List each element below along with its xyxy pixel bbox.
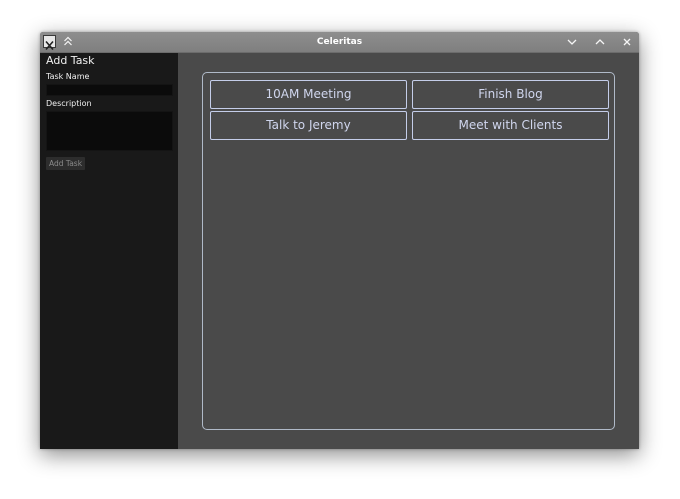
close-icon[interactable]	[620, 35, 634, 49]
chevron-up-icon[interactable]	[593, 35, 607, 49]
window-title: Celeritas	[316, 37, 363, 47]
app-window: Celeritas Add Task Task Name Description…	[40, 32, 639, 449]
task-name-label: Task Name	[46, 72, 90, 81]
add-task-button[interactable]: Add Task	[46, 157, 85, 170]
sidebar-heading: Add Task	[46, 54, 95, 67]
task-board: 10AM Meeting Finish Blog Talk to Jeremy …	[202, 72, 615, 430]
task-grid: 10AM Meeting Finish Blog Talk to Jeremy …	[210, 80, 609, 140]
description-input[interactable]	[46, 111, 173, 151]
add-task-sidebar: Add Task Task Name Description Add Task	[40, 53, 178, 449]
task-button[interactable]: Talk to Jeremy	[210, 111, 407, 140]
task-button[interactable]: Finish Blog	[412, 80, 609, 109]
description-label: Description	[46, 99, 92, 108]
chevron-down-icon[interactable]	[565, 35, 579, 49]
task-name-input[interactable]	[46, 84, 173, 96]
titlebar[interactable]: Celeritas	[40, 32, 639, 53]
task-button[interactable]: 10AM Meeting	[210, 80, 407, 109]
task-button[interactable]: Meet with Clients	[412, 111, 609, 140]
